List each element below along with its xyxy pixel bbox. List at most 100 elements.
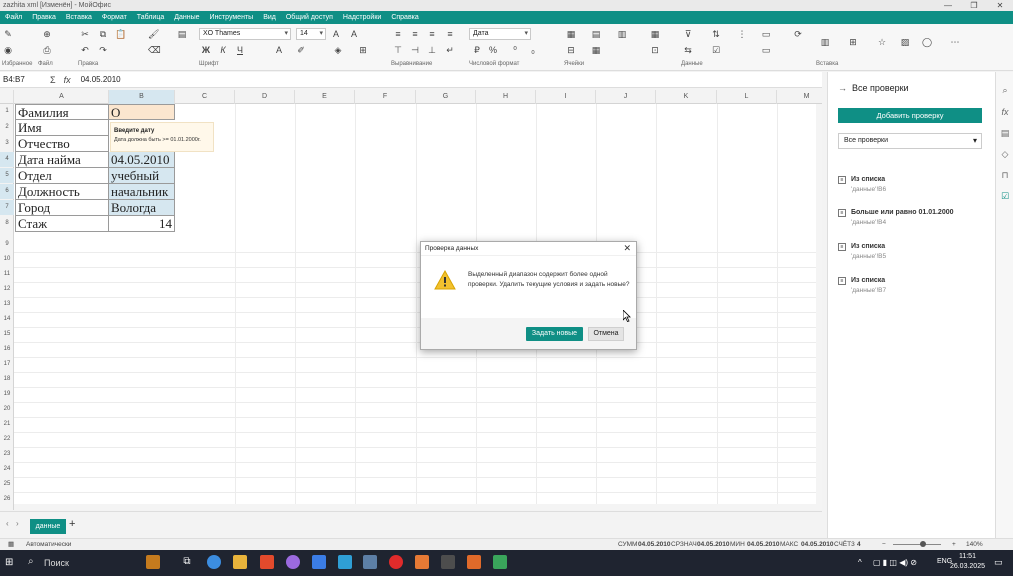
function-icon[interactable]: fx [64,75,71,85]
app-icon-orange[interactable] [467,555,481,569]
decrease-font-icon[interactable]: A [349,29,359,39]
opera-icon[interactable] [389,555,403,569]
remove-duplicates-icon[interactable]: ⋮ [737,29,747,39]
align-middle-icon[interactable]: ⊣ [410,45,420,55]
col-header-i[interactable]: I [536,90,596,104]
sigma-icon[interactable]: Σ [50,75,56,85]
row-header[interactable]: 10 [0,252,14,267]
filter-icon[interactable]: ⊽ [683,29,693,39]
myoffice-table-icon[interactable] [493,555,507,569]
cell-b6[interactable]: начальник [109,184,175,200]
cell-a2[interactable]: Имя [15,120,109,136]
app-icon-cube[interactable] [363,555,377,569]
redo-icon[interactable]: ↷ [98,45,108,55]
set-new-button[interactable]: Задать новые [526,327,583,341]
row-header[interactable]: 24 [0,462,14,477]
cut-icon[interactable]: ✂ [80,29,90,39]
align-left-icon[interactable]: ≡ [393,29,403,39]
scroll-left-icon[interactable]: ‹ [6,519,9,528]
styles-icon[interactable]: ▤ [177,29,187,39]
cell-style-icon[interactable]: ▦ [566,29,576,39]
menu-table[interactable]: Таблица [132,14,169,21]
cell-b4[interactable]: 04.05.2010 [109,152,175,168]
menu-data[interactable]: Данные [169,14,204,21]
yandex-icon[interactable] [260,555,274,569]
cell-reference-box[interactable]: B4:B7 [0,75,50,84]
maximize-button[interactable]: ❐ [961,0,987,11]
align-bottom-icon[interactable]: ⊥ [427,45,437,55]
menu-view[interactable]: Вид [258,14,281,21]
merge-icon[interactable]: ⊟ [566,45,576,55]
star-icon[interactable]: ☆ [877,37,887,47]
new-file-icon[interactable]: ⊕ [42,29,52,39]
wrap-text-icon[interactable]: ↵ [445,45,455,55]
cell-a4[interactable]: Дата найма [15,152,109,168]
paste-icon[interactable]: 📋 [115,29,126,39]
row-header[interactable]: 11 [0,267,14,282]
store-app-icon[interactable] [146,555,160,569]
zoom-out-icon[interactable]: − [882,539,886,550]
font-size-select[interactable]: 14 [296,28,326,40]
row-header[interactable]: 12 [0,282,14,297]
col-header-a[interactable]: A [15,90,109,104]
row-header[interactable]: 19 [0,387,14,402]
table-format-icon[interactable]: ▦ [650,29,660,39]
menu-format[interactable]: Формат [97,14,132,21]
row-header[interactable]: 25 [0,477,14,492]
add-validation-button[interactable]: Добавить проверку [838,108,982,123]
search-icon[interactable]: ⌕ [1000,85,1010,95]
app-icon-blue[interactable] [312,555,326,569]
currency-icon[interactable]: ₽ [472,45,482,55]
horizontal-scrollbar[interactable] [14,504,822,510]
shape-icon[interactable]: ◯ [922,37,932,47]
delete-cells-icon[interactable]: ▥ [617,29,627,39]
explorer-icon[interactable] [233,555,247,569]
undo-icon[interactable]: ↶ [80,45,90,55]
copy-icon[interactable]: ⧉ [98,29,108,39]
scroll-right-icon[interactable]: › [16,519,19,528]
app-icon-monitor[interactable] [338,555,352,569]
zoom-level[interactable]: 140% [966,539,983,550]
col-header-c[interactable]: C [175,90,235,104]
align-justify-icon[interactable]: ≡ [445,29,455,39]
calc-mode[interactable]: Автоматически [26,539,71,550]
menu-sharing[interactable]: Общий доступ [281,14,338,21]
col-header-d[interactable]: D [235,90,295,104]
menu-addons[interactable]: Надстройки [338,14,386,21]
formula-icon[interactable]: fx [1000,107,1010,117]
sheet-tab[interactable]: данные [30,519,66,534]
row-header[interactable]: 7 [0,200,14,215]
col-header-f[interactable]: F [355,90,416,104]
freeze-icon[interactable]: ⊡ [650,45,660,55]
col-header-k[interactable]: K [656,90,717,104]
italic-icon[interactable]: К [218,45,228,55]
col-header-b[interactable]: B [109,90,175,104]
row-header[interactable]: 17 [0,357,14,372]
cell-a6[interactable]: Должность [15,184,109,200]
row-header[interactable]: 22 [0,432,14,447]
lock-icon[interactable]: ⊓ [1000,170,1010,180]
cancel-button[interactable]: Отмена [588,327,624,341]
chrome-icon[interactable] [207,555,221,569]
row-header[interactable]: 13 [0,297,14,312]
ungroup-icon[interactable]: ▭ [761,45,771,55]
minimize-button[interactable]: — [935,0,961,11]
spreadsheet-grid[interactable]: A B C D E F G H I J K L M 1 2 3 4 5 6 7 … [0,90,822,510]
row-header[interactable]: 3 [0,136,14,151]
underline-icon[interactable]: Ч [235,45,245,55]
row-header[interactable]: 16 [0,342,14,357]
cell-b5[interactable]: учебный [109,168,175,184]
row-header[interactable]: 27 [0,507,14,510]
myoffice-docs-icon[interactable] [415,555,429,569]
text-to-columns-icon[interactable]: ⇆ [683,45,693,55]
menu-edit[interactable]: Правка [27,14,61,21]
bold-icon[interactable]: Ж [201,45,211,55]
task-view-icon[interactable]: ⧉ [180,555,194,569]
app-icon-purple[interactable] [286,555,300,569]
font-name-select[interactable]: XO Thames [199,28,291,40]
favorites-icon[interactable]: ✎ [3,29,13,39]
col-header-h[interactable]: H [476,90,536,104]
row-header[interactable]: 2 [0,120,14,135]
validation-list-item[interactable]: ≡ Больше или равно 01.01.2000 'данные'!B… [838,209,988,239]
col-header-j[interactable]: J [596,90,656,104]
